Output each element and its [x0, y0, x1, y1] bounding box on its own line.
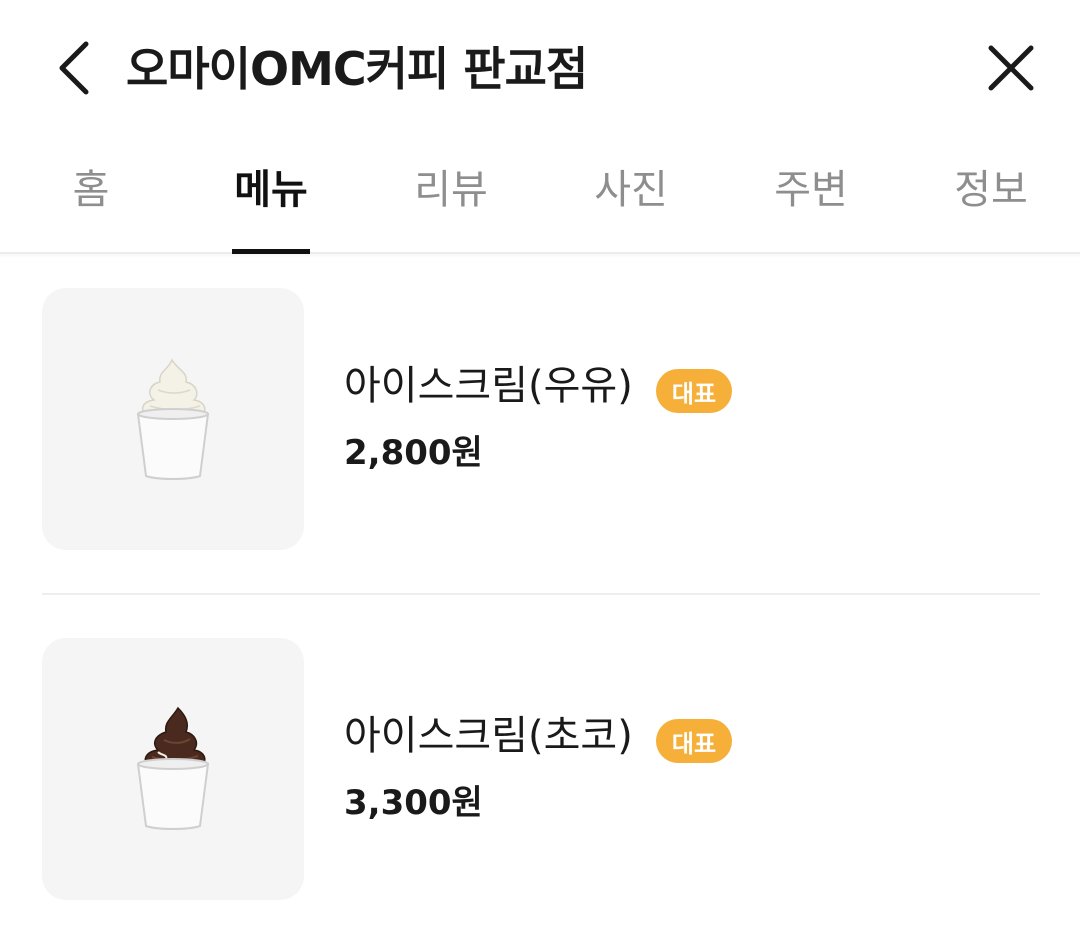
menu-item-image [42, 288, 304, 550]
close-icon [988, 45, 1034, 91]
vanilla-ice-cream-icon [136, 358, 210, 480]
menu-item[interactable]: 아이스크림(우유) 대표 2,800원 [0, 288, 1080, 552]
menu-item-price: 2,800원 [344, 433, 483, 473]
menu-item[interactable]: 아이스크림(초코) 대표 3,300원 [0, 638, 1080, 900]
page-title: 오마이OMC커피 판교점 [126, 42, 588, 96]
tab-info[interactable]: 정보 [952, 160, 1030, 254]
tab-menu[interactable]: 메뉴 [232, 160, 310, 254]
tab-photos[interactable]: 사진 [592, 160, 670, 254]
chocolate-ice-cream-icon [136, 706, 210, 830]
divider [42, 593, 1040, 595]
tab-nearby[interactable]: 주변 [772, 160, 850, 254]
back-button[interactable] [42, 30, 106, 106]
tab-reviews[interactable]: 리뷰 [412, 160, 490, 254]
app-header: 오마이OMC커피 판교점 [0, 0, 1080, 136]
menu-item-image [42, 638, 304, 900]
chevron-left-icon [59, 41, 89, 95]
menu-item-name: 아이스크림(초코) [344, 713, 633, 759]
close-button[interactable] [976, 30, 1046, 106]
menu-item-price: 3,300원 [344, 783, 483, 823]
menu-item-name: 아이스크림(우유) [344, 363, 633, 409]
signature-badge: 대표 [656, 719, 732, 763]
tab-bar: 홈 메뉴 리뷰 사진 주변 정보 [0, 136, 1080, 254]
tab-home[interactable]: 홈 [72, 160, 110, 254]
signature-badge: 대표 [656, 369, 732, 413]
